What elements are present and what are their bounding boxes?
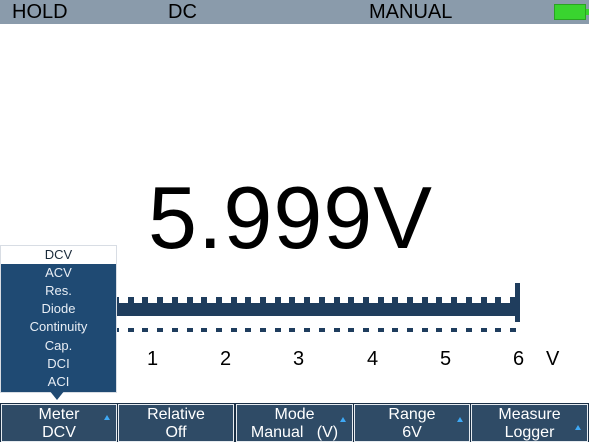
menu-item-dcv[interactable]: DCV	[1, 246, 116, 264]
softkey-meter-value: DCV	[42, 424, 76, 441]
bar-lower-mark	[378, 328, 384, 332]
softkey-range-value: 6V	[402, 424, 422, 441]
bar-minor-tick	[187, 297, 193, 316]
bar-lower-mark	[187, 328, 193, 332]
bar-minor-tick	[275, 297, 281, 316]
bar-lower-mark	[128, 328, 134, 332]
softkey-measure-title: Measure	[498, 406, 561, 423]
bar-minor-tick	[142, 297, 148, 316]
bar-minor-tick	[378, 297, 384, 316]
bar-lower-mark	[231, 328, 237, 332]
bar-minor-tick	[495, 297, 501, 316]
softkey-relative[interactable]: Relative Off	[118, 404, 234, 442]
scale-label-3: 3	[293, 348, 305, 370]
bar-lower-mark	[422, 328, 428, 332]
softkey-meter-title: Meter	[38, 406, 80, 423]
bar-minor-tick	[334, 297, 340, 316]
menu-item-acv[interactable]: ACV	[1, 264, 116, 282]
softkey-range-title: Range	[388, 406, 436, 423]
bar-lower-mark	[319, 328, 325, 332]
scale-unit-label: V	[546, 348, 560, 370]
menu-item-capacitance[interactable]: Cap.	[1, 337, 116, 355]
softkey-mode-value: Manual (V)	[250, 424, 339, 441]
bar-minor-tick	[157, 297, 163, 316]
menu-pointer	[49, 390, 65, 400]
bar-lower-mark	[392, 328, 398, 332]
softkey-mode[interactable]: Mode Manual (V)	[236, 404, 353, 442]
bar-lower-mark	[407, 328, 413, 332]
softkey-mode-title: Mode	[274, 406, 315, 423]
bar-lower-mark	[216, 328, 222, 332]
bar-minor-tick	[451, 297, 457, 316]
bar-minor-tick	[407, 297, 413, 316]
bar-lower-mark	[363, 328, 369, 332]
scale-label-1: 1	[147, 348, 159, 370]
menu-item-resistance[interactable]: Res.	[1, 282, 116, 300]
bar-minor-tick	[231, 297, 237, 316]
bar-lower-mark	[157, 328, 163, 332]
bar-minor-tick	[319, 297, 325, 316]
bar-lower-mark	[495, 328, 501, 332]
bar-lower-mark	[348, 328, 354, 332]
arrow-up-icon	[575, 425, 581, 430]
bar-lower-mark	[172, 328, 178, 332]
menu-item-dci[interactable]: DCI	[1, 355, 116, 373]
bar-minor-tick	[245, 297, 251, 316]
arrow-up-icon	[457, 417, 463, 422]
softkey-measure[interactable]: Measure Logger	[471, 404, 588, 442]
coupling-indicator: DC	[168, 1, 197, 23]
bar-minor-tick	[172, 297, 178, 316]
bar-lower-mark	[451, 328, 457, 332]
softkey-measure-value: Logger	[504, 424, 555, 441]
bar-minor-tick	[466, 297, 472, 316]
bar-lower-mark	[304, 328, 310, 332]
arrow-up-icon	[104, 415, 110, 420]
menu-item-continuity[interactable]: Continuity	[1, 318, 116, 336]
menu-item-diode[interactable]: Diode	[1, 300, 116, 318]
bar-lower-mark	[260, 328, 266, 332]
bar-minor-tick	[392, 297, 398, 316]
bar-end-marker	[515, 283, 520, 322]
bar-minor-tick	[128, 297, 134, 316]
softkey-range[interactable]: Range 6V	[354, 404, 470, 442]
bar-minor-tick	[289, 297, 295, 316]
softkey-relative-value: Off	[165, 424, 187, 441]
meter-function-menu: DCV ACV Res. Diode Continuity Cap. DCI A…	[0, 245, 117, 393]
bar-lower-mark	[481, 328, 487, 332]
bar-minor-tick	[422, 297, 428, 316]
bar-minor-tick	[260, 297, 266, 316]
bar-minor-tick	[201, 297, 207, 316]
battery-full-icon	[554, 4, 589, 20]
status-bar: HOLD DC MANUAL	[0, 0, 589, 24]
bar-lower-mark	[466, 328, 472, 332]
bar-minor-tick	[481, 297, 487, 316]
scale-label-4: 4	[367, 348, 379, 370]
hold-indicator: HOLD	[12, 1, 68, 23]
bar-minor-tick	[436, 297, 442, 316]
bar-lower-mark	[275, 328, 281, 332]
bar-lower-mark	[201, 328, 207, 332]
bar-lower-mark	[142, 328, 148, 332]
bar-lower-mark	[510, 328, 516, 332]
scale-label-2: 2	[220, 348, 232, 370]
scale-label-5: 5	[440, 348, 452, 370]
range-mode-indicator: MANUAL	[369, 1, 453, 23]
arrow-up-icon	[340, 417, 346, 422]
bar-lower-mark	[334, 328, 340, 332]
bar-minor-tick	[216, 297, 222, 316]
main-reading: 5.999V	[148, 168, 433, 267]
bar-minor-tick	[304, 297, 310, 316]
scale-label-6: 6	[513, 348, 525, 370]
bar-lower-mark	[436, 328, 442, 332]
softkey-relative-title: Relative	[147, 406, 205, 423]
bar-minor-tick	[348, 297, 354, 316]
bar-lower-mark	[289, 328, 295, 332]
bar-lower-mark	[245, 328, 251, 332]
softkey-meter[interactable]: Meter DCV	[1, 404, 117, 442]
bar-minor-tick	[363, 297, 369, 316]
menu-item-aci[interactable]: ACI	[1, 373, 116, 391]
